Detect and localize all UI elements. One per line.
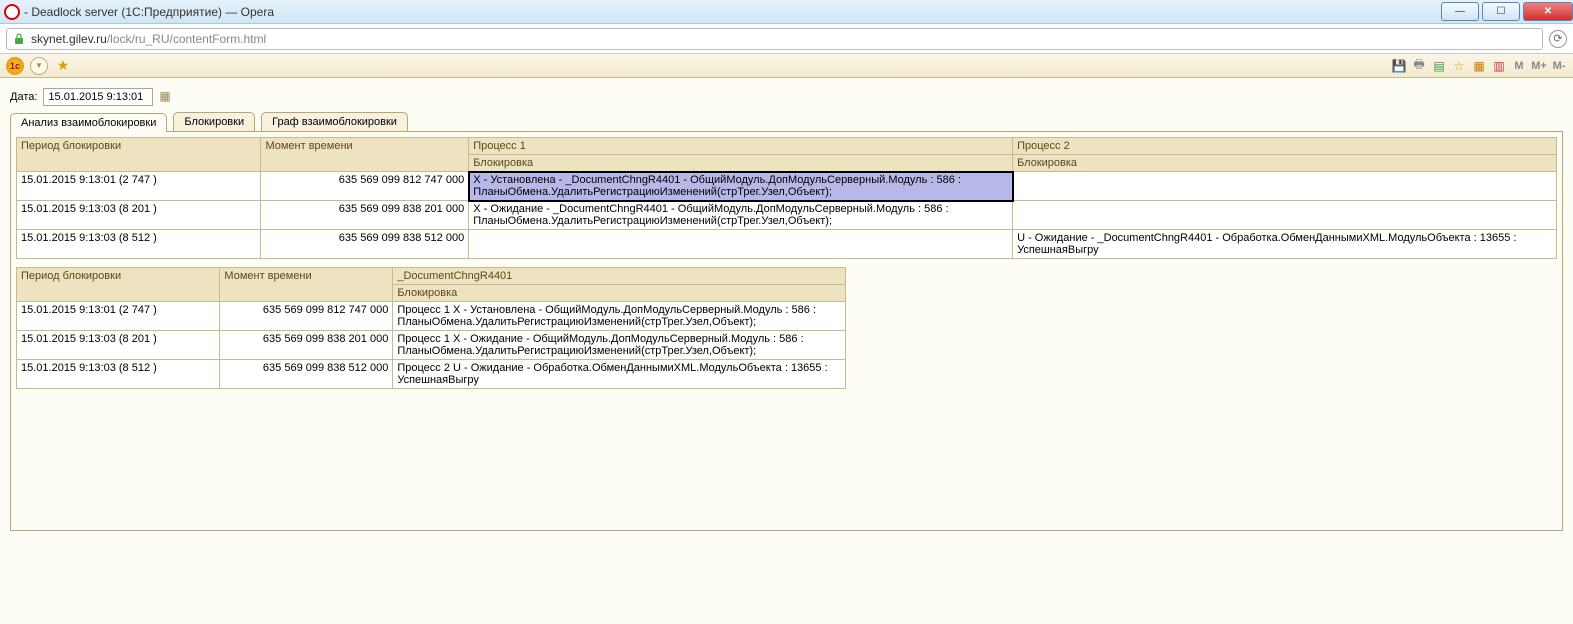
cell-moment: 635 569 099 838 512 000 (220, 360, 393, 389)
window-minimize-button[interactable]: — (1441, 2, 1479, 21)
cell-moment: 635 569 099 812 747 000 (220, 302, 393, 331)
table-row[interactable]: 15.01.2015 9:13:03 (8 201 ) 635 569 099 … (17, 201, 1557, 230)
table-row[interactable]: 15.01.2015 9:13:03 (8 201 ) 635 569 099 … (17, 331, 846, 360)
cell-moment: 635 569 099 838 201 000 (220, 331, 393, 360)
favorite-icon[interactable]: ★ (54, 57, 72, 75)
cell-proc2 (1013, 201, 1557, 230)
col-doc[interactable]: _DocumentChngR4401 (393, 268, 846, 285)
col-moment[interactable]: Момент времени (261, 138, 469, 172)
deadlock-table-1: Период блокировки Момент времени Процесс… (16, 137, 1557, 259)
cell-proc1 (469, 230, 1013, 259)
table-row[interactable]: 15.01.2015 9:13:03 (8 512 ) 635 569 099 … (17, 230, 1557, 259)
cell-period: 15.01.2015 9:13:03 (8 201 ) (17, 201, 261, 230)
cell-proc2 (1013, 172, 1557, 201)
document-icon[interactable]: ▤ (1431, 58, 1447, 74)
cell-proc1: X - Ожидание - _DocumentChngR4401 - Общи… (469, 201, 1013, 230)
print-icon[interactable]: 🖶 (1411, 58, 1427, 74)
window-title: - Deadlock server (1С:Предприятие) — Ope… (24, 5, 1438, 19)
content-viewport: Дата: ▦ Анализ взаимоблокировки Блокиров… (0, 78, 1573, 624)
tab-locks[interactable]: Блокировки (173, 112, 255, 131)
calculator-icon[interactable]: ▦ (1471, 58, 1487, 74)
window-maximize-button[interactable]: ☐ (1482, 2, 1520, 21)
calendar-picker-icon[interactable]: ▦ (159, 89, 175, 105)
date-row: Дата: ▦ (10, 88, 1563, 106)
date-input[interactable] (43, 88, 153, 106)
col-lock[interactable]: Блокировка (393, 285, 846, 302)
cell-text: Процесс 1 X - Ожидание - ОбщийМодуль.Доп… (393, 331, 846, 360)
tab-analysis[interactable]: Анализ взаимоблокировки (10, 113, 167, 132)
col-period[interactable]: Период блокировки (17, 138, 261, 172)
cell-period: 15.01.2015 9:13:03 (8 201 ) (17, 331, 220, 360)
col-period[interactable]: Период блокировки (17, 268, 220, 302)
date-label: Дата: (10, 91, 37, 103)
url-text: skynet.gilev.ru/lock/ru_RU/contentForm.h… (31, 32, 266, 46)
cell-proc2: U - Ожидание - _DocumentChngR4401 - Обра… (1013, 230, 1557, 259)
col-lock2[interactable]: Блокировка (1013, 155, 1557, 172)
lock-icon (13, 33, 25, 45)
table-row[interactable]: 15.01.2015 9:13:03 (8 512 ) 635 569 099 … (17, 360, 846, 389)
table-row[interactable]: 15.01.2015 9:13:01 (2 747 ) 635 569 099 … (17, 302, 846, 331)
opera-icon (4, 4, 20, 20)
app-toolbar: 1c ▾ ★ 💾 🖶 ▤ ☆ ▦ ▥ M M+ M- (0, 54, 1573, 78)
memory-mplus-button[interactable]: M+ (1531, 58, 1547, 74)
cell-period: 15.01.2015 9:13:03 (8 512 ) (17, 230, 261, 259)
star-icon[interactable]: ☆ (1451, 58, 1467, 74)
table-row[interactable]: 15.01.2015 9:13:01 (2 747 ) 635 569 099 … (17, 172, 1557, 201)
dropdown-icon[interactable]: ▾ (30, 57, 48, 75)
col-proc1[interactable]: Процесс 1 (469, 138, 1013, 155)
address-bar: skynet.gilev.ru/lock/ru_RU/contentForm.h… (0, 24, 1573, 54)
cell-moment: 635 569 099 812 747 000 (261, 172, 469, 201)
window-titlebar: - Deadlock server (1С:Предприятие) — Ope… (0, 0, 1573, 24)
deadlock-table-2: Период блокировки Момент времени _Docume… (16, 267, 846, 389)
cell-text: Процесс 1 X - Установлена - ОбщийМодуль.… (393, 302, 846, 331)
cell-proc1-selected[interactable]: X - Установлена - _DocumentChngR4401 - О… (469, 172, 1013, 201)
tabs: Анализ взаимоблокировки Блокировки Граф … (10, 112, 1563, 131)
cell-text: Процесс 2 U - Ожидание - Обработка.Обмен… (393, 360, 846, 389)
calendar-icon[interactable]: ▥ (1491, 58, 1507, 74)
cell-moment: 635 569 099 838 512 000 (261, 230, 469, 259)
col-moment[interactable]: Момент времени (220, 268, 393, 302)
save-icon[interactable]: 💾 (1391, 58, 1407, 74)
cell-moment: 635 569 099 838 201 000 (261, 201, 469, 230)
cell-period: 15.01.2015 9:13:01 (2 747 ) (17, 302, 220, 331)
home-1c-icon[interactable]: 1c (6, 57, 24, 75)
tab-graph[interactable]: Граф взаимоблокировки (261, 112, 408, 131)
memory-m-button[interactable]: M (1511, 58, 1527, 74)
window-close-button[interactable]: ✕ (1523, 2, 1573, 21)
sync-icon[interactable]: ⟳ (1549, 30, 1567, 48)
tab-content: Период блокировки Момент времени Процесс… (10, 131, 1563, 531)
cell-period: 15.01.2015 9:13:03 (8 512 ) (17, 360, 220, 389)
memory-mminus-button[interactable]: M- (1551, 58, 1567, 74)
col-lock1[interactable]: Блокировка (469, 155, 1013, 172)
col-proc2[interactable]: Процесс 2 (1013, 138, 1557, 155)
cell-period: 15.01.2015 9:13:01 (2 747 ) (17, 172, 261, 201)
url-field[interactable]: skynet.gilev.ru/lock/ru_RU/contentForm.h… (6, 28, 1543, 50)
